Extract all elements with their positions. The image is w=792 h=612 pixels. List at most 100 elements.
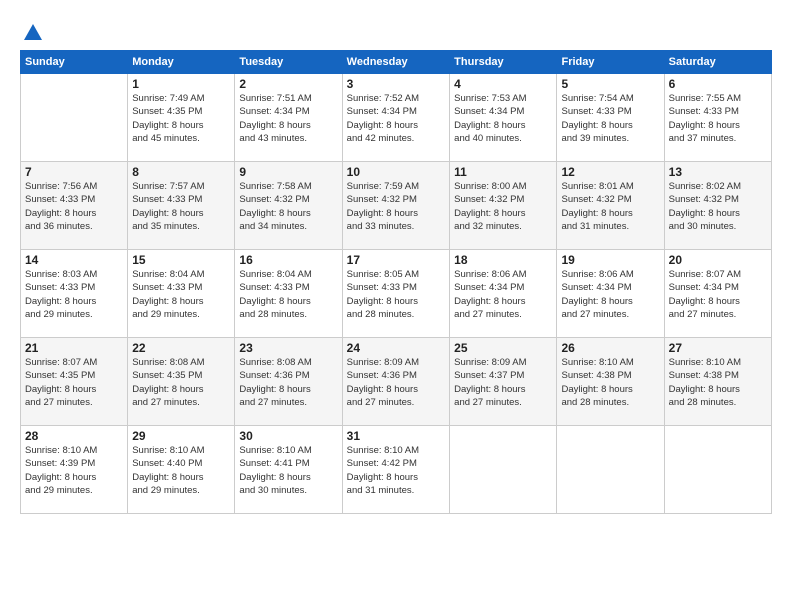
page: SundayMondayTuesdayWednesdayThursdayFrid… [0,0,792,612]
day-info: Sunrise: 7:49 AM Sunset: 4:35 PM Dayligh… [132,92,230,145]
day-info: Sunrise: 8:09 AM Sunset: 4:37 PM Dayligh… [454,356,552,409]
day-number: 22 [132,341,230,355]
day-info: Sunrise: 8:09 AM Sunset: 4:36 PM Dayligh… [347,356,445,409]
calendar-cell: 29Sunrise: 8:10 AM Sunset: 4:40 PM Dayli… [128,426,235,514]
calendar-cell: 7Sunrise: 7:56 AM Sunset: 4:33 PM Daylig… [21,162,128,250]
day-info: Sunrise: 8:03 AM Sunset: 4:33 PM Dayligh… [25,268,123,321]
day-info: Sunrise: 8:06 AM Sunset: 4:34 PM Dayligh… [454,268,552,321]
calendar-cell: 16Sunrise: 8:04 AM Sunset: 4:33 PM Dayli… [235,250,342,338]
calendar-cell: 13Sunrise: 8:02 AM Sunset: 4:32 PM Dayli… [664,162,771,250]
calendar-cell: 24Sunrise: 8:09 AM Sunset: 4:36 PM Dayli… [342,338,449,426]
day-info: Sunrise: 7:52 AM Sunset: 4:34 PM Dayligh… [347,92,445,145]
calendar-cell: 18Sunrise: 8:06 AM Sunset: 4:34 PM Dayli… [450,250,557,338]
day-number: 5 [561,77,659,91]
day-info: Sunrise: 8:10 AM Sunset: 4:40 PM Dayligh… [132,444,230,497]
week-row-3: 14Sunrise: 8:03 AM Sunset: 4:33 PM Dayli… [21,250,772,338]
day-number: 8 [132,165,230,179]
calendar-cell: 20Sunrise: 8:07 AM Sunset: 4:34 PM Dayli… [664,250,771,338]
calendar-cell: 30Sunrise: 8:10 AM Sunset: 4:41 PM Dayli… [235,426,342,514]
day-number: 11 [454,165,552,179]
calendar-cell: 8Sunrise: 7:57 AM Sunset: 4:33 PM Daylig… [128,162,235,250]
day-info: Sunrise: 8:10 AM Sunset: 4:42 PM Dayligh… [347,444,445,497]
day-number: 20 [669,253,767,267]
calendar-cell: 28Sunrise: 8:10 AM Sunset: 4:39 PM Dayli… [21,426,128,514]
calendar-cell [664,426,771,514]
day-info: Sunrise: 8:10 AM Sunset: 4:39 PM Dayligh… [25,444,123,497]
day-number: 16 [239,253,337,267]
calendar-cell: 1Sunrise: 7:49 AM Sunset: 4:35 PM Daylig… [128,74,235,162]
calendar-cell: 26Sunrise: 8:10 AM Sunset: 4:38 PM Dayli… [557,338,664,426]
header-row [20,18,772,44]
day-number: 3 [347,77,445,91]
calendar-cell: 27Sunrise: 8:10 AM Sunset: 4:38 PM Dayli… [664,338,771,426]
calendar-cell: 14Sunrise: 8:03 AM Sunset: 4:33 PM Dayli… [21,250,128,338]
day-info: Sunrise: 8:01 AM Sunset: 4:32 PM Dayligh… [561,180,659,233]
day-number: 30 [239,429,337,443]
week-row-2: 7Sunrise: 7:56 AM Sunset: 4:33 PM Daylig… [21,162,772,250]
day-number: 23 [239,341,337,355]
day-info: Sunrise: 8:10 AM Sunset: 4:41 PM Dayligh… [239,444,337,497]
day-number: 18 [454,253,552,267]
weekday-header-row: SundayMondayTuesdayWednesdayThursdayFrid… [21,51,772,74]
day-number: 21 [25,341,123,355]
calendar-cell [450,426,557,514]
weekday-header-sunday: Sunday [21,51,128,74]
day-number: 31 [347,429,445,443]
logo-icon [22,22,44,44]
day-info: Sunrise: 8:08 AM Sunset: 4:35 PM Dayligh… [132,356,230,409]
day-info: Sunrise: 8:04 AM Sunset: 4:33 PM Dayligh… [239,268,337,321]
day-info: Sunrise: 8:06 AM Sunset: 4:34 PM Dayligh… [561,268,659,321]
logo [20,22,44,44]
day-info: Sunrise: 8:02 AM Sunset: 4:32 PM Dayligh… [669,180,767,233]
day-number: 17 [347,253,445,267]
day-info: Sunrise: 7:53 AM Sunset: 4:34 PM Dayligh… [454,92,552,145]
day-info: Sunrise: 8:00 AM Sunset: 4:32 PM Dayligh… [454,180,552,233]
week-row-4: 21Sunrise: 8:07 AM Sunset: 4:35 PM Dayli… [21,338,772,426]
week-row-5: 28Sunrise: 8:10 AM Sunset: 4:39 PM Dayli… [21,426,772,514]
calendar-cell: 11Sunrise: 8:00 AM Sunset: 4:32 PM Dayli… [450,162,557,250]
weekday-header-wednesday: Wednesday [342,51,449,74]
day-number: 24 [347,341,445,355]
day-number: 1 [132,77,230,91]
day-number: 19 [561,253,659,267]
calendar-cell: 23Sunrise: 8:08 AM Sunset: 4:36 PM Dayli… [235,338,342,426]
day-number: 12 [561,165,659,179]
weekday-header-thursday: Thursday [450,51,557,74]
calendar-cell [557,426,664,514]
calendar-cell: 15Sunrise: 8:04 AM Sunset: 4:33 PM Dayli… [128,250,235,338]
day-info: Sunrise: 8:07 AM Sunset: 4:34 PM Dayligh… [669,268,767,321]
day-info: Sunrise: 8:07 AM Sunset: 4:35 PM Dayligh… [25,356,123,409]
calendar-cell: 2Sunrise: 7:51 AM Sunset: 4:34 PM Daylig… [235,74,342,162]
day-number: 4 [454,77,552,91]
calendar-cell: 31Sunrise: 8:10 AM Sunset: 4:42 PM Dayli… [342,426,449,514]
day-info: Sunrise: 7:57 AM Sunset: 4:33 PM Dayligh… [132,180,230,233]
day-number: 2 [239,77,337,91]
day-info: Sunrise: 7:55 AM Sunset: 4:33 PM Dayligh… [669,92,767,145]
calendar-cell [21,74,128,162]
calendar-cell: 4Sunrise: 7:53 AM Sunset: 4:34 PM Daylig… [450,74,557,162]
day-number: 13 [669,165,767,179]
day-number: 27 [669,341,767,355]
day-number: 6 [669,77,767,91]
day-number: 15 [132,253,230,267]
calendar-cell: 25Sunrise: 8:09 AM Sunset: 4:37 PM Dayli… [450,338,557,426]
day-info: Sunrise: 7:58 AM Sunset: 4:32 PM Dayligh… [239,180,337,233]
calendar-cell: 3Sunrise: 7:52 AM Sunset: 4:34 PM Daylig… [342,74,449,162]
day-number: 25 [454,341,552,355]
day-number: 10 [347,165,445,179]
weekday-header-monday: Monday [128,51,235,74]
day-info: Sunrise: 7:59 AM Sunset: 4:32 PM Dayligh… [347,180,445,233]
day-number: 28 [25,429,123,443]
day-info: Sunrise: 8:10 AM Sunset: 4:38 PM Dayligh… [669,356,767,409]
day-info: Sunrise: 8:04 AM Sunset: 4:33 PM Dayligh… [132,268,230,321]
day-info: Sunrise: 8:05 AM Sunset: 4:33 PM Dayligh… [347,268,445,321]
calendar-cell: 19Sunrise: 8:06 AM Sunset: 4:34 PM Dayli… [557,250,664,338]
week-row-1: 1Sunrise: 7:49 AM Sunset: 4:35 PM Daylig… [21,74,772,162]
calendar-cell: 10Sunrise: 7:59 AM Sunset: 4:32 PM Dayli… [342,162,449,250]
day-number: 9 [239,165,337,179]
day-number: 29 [132,429,230,443]
day-number: 14 [25,253,123,267]
calendar-cell: 22Sunrise: 8:08 AM Sunset: 4:35 PM Dayli… [128,338,235,426]
day-info: Sunrise: 7:51 AM Sunset: 4:34 PM Dayligh… [239,92,337,145]
weekday-header-saturday: Saturday [664,51,771,74]
